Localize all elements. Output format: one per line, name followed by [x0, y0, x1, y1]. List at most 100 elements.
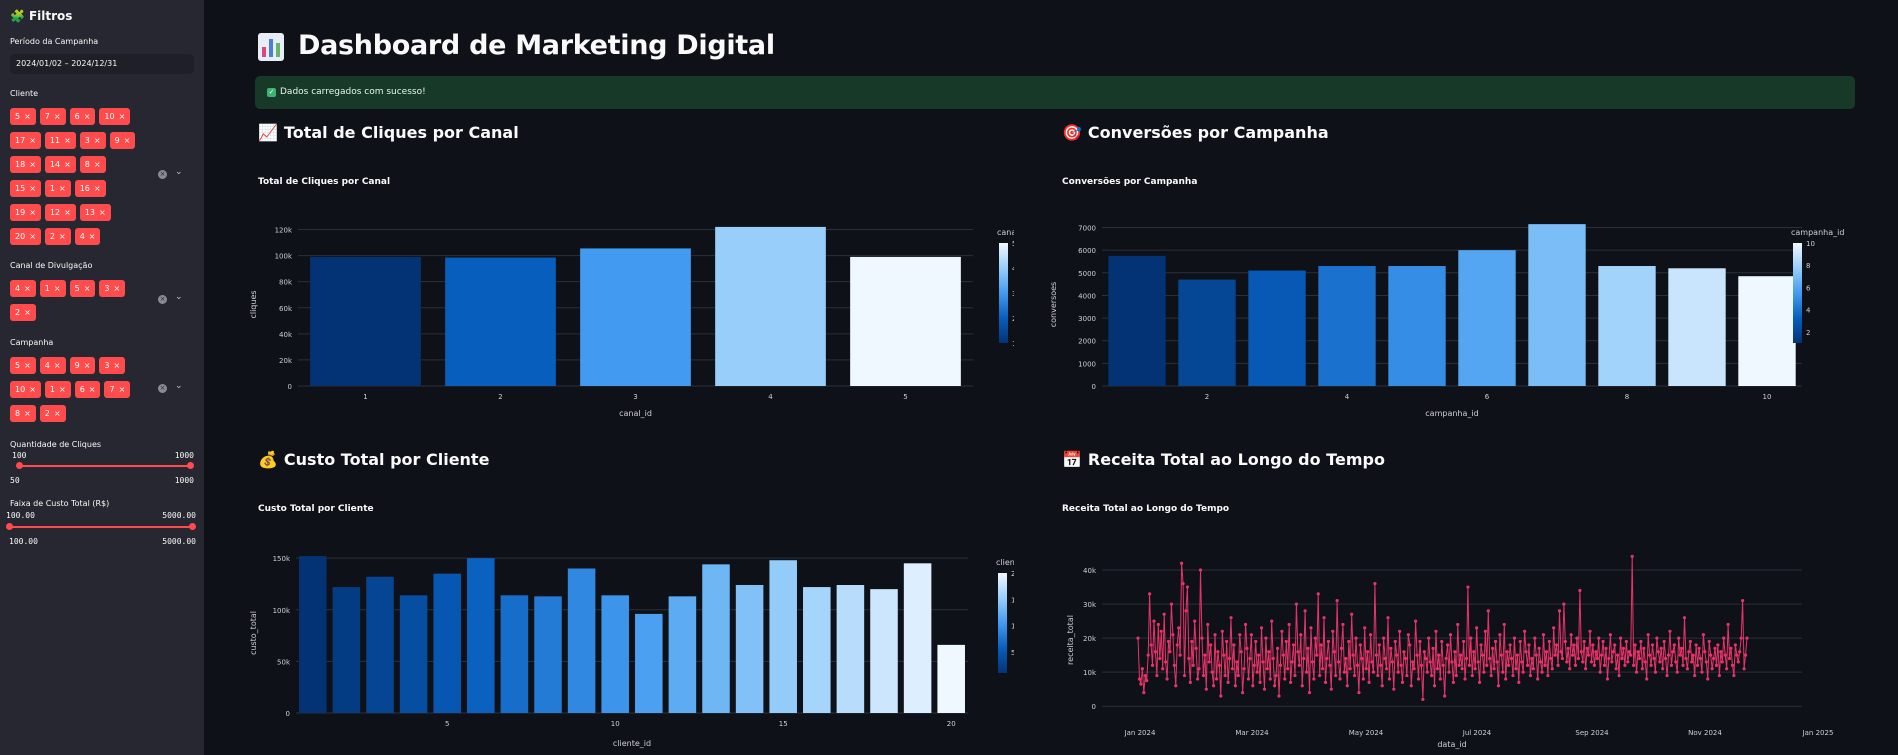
- selected-tag[interactable]: 4 ×: [74, 228, 101, 245]
- tag-remove-icon[interactable]: ×: [29, 136, 36, 145]
- chevron-down-icon[interactable]: ⌄: [175, 292, 183, 302]
- custo-min-handle[interactable]: [6, 523, 13, 530]
- clear-all-icon[interactable]: ×: [158, 295, 167, 304]
- chevron-down-icon[interactable]: ⌄: [175, 381, 183, 391]
- selected-tag[interactable]: 1 ×: [44, 180, 71, 197]
- data-point: [1687, 650, 1691, 654]
- selected-tag[interactable]: 5 ×: [10, 357, 36, 374]
- tag-label: 4: [15, 284, 21, 293]
- tag-remove-icon[interactable]: ×: [64, 136, 71, 145]
- selected-tag[interactable]: 6 ×: [74, 381, 101, 398]
- chevron-down-icon[interactable]: ⌄: [175, 167, 183, 177]
- tag-remove-icon[interactable]: ×: [29, 184, 36, 193]
- tag-remove-icon[interactable]: ×: [24, 361, 31, 370]
- data-point: [1206, 622, 1210, 627]
- tag-remove-icon[interactable]: ×: [94, 160, 101, 169]
- tag-remove-icon[interactable]: ×: [94, 136, 101, 145]
- custo-max-handle[interactable]: [189, 523, 196, 530]
- selected-tag[interactable]: 14 ×: [44, 156, 76, 173]
- data-point: [1254, 639, 1258, 644]
- selected-tag[interactable]: 19 ×: [10, 204, 41, 221]
- tag-remove-icon[interactable]: ×: [113, 284, 120, 293]
- tag-remove-icon[interactable]: ×: [94, 184, 101, 193]
- selected-tag[interactable]: 15 ×: [10, 180, 41, 197]
- tag-remove-icon[interactable]: ×: [24, 112, 31, 121]
- canal-multiselect[interactable]: 4 × 1 × 5 × 3 × 2 × × ⌄: [10, 280, 194, 322]
- section-title-receita: 📅 Receita Total ao Longo do Tempo: [1062, 450, 1385, 469]
- selected-tag[interactable]: 6 ×: [69, 108, 96, 125]
- custo-slider[interactable]: 100.00 5000.00 100.00 5000.00: [6, 511, 196, 547]
- tag-remove-icon[interactable]: ×: [59, 385, 66, 394]
- clear-all-icon[interactable]: ×: [158, 384, 167, 393]
- tag-remove-icon[interactable]: ×: [113, 361, 120, 370]
- cliques-min-handle[interactable]: [16, 462, 23, 469]
- cliques-max-handle[interactable]: [187, 462, 194, 469]
- selected-tag[interactable]: 5 ×: [10, 108, 36, 125]
- selected-tag[interactable]: 7 ×: [104, 381, 131, 398]
- cliente-multiselect[interactable]: 5 × 7 × 6 × 10 × 17 × 11 × 3 × 9 × 18 × 14 × 8 × 15 × 1 × 16 × 19 × 12…: [10, 108, 194, 248]
- selected-tag[interactable]: 8 ×: [10, 405, 36, 422]
- selected-tag[interactable]: 9 ×: [69, 357, 96, 374]
- selected-tag[interactable]: 4 ×: [10, 280, 36, 297]
- y-tick-label: 4000: [1078, 292, 1096, 300]
- tag-remove-icon[interactable]: ×: [29, 208, 36, 217]
- selected-tag[interactable]: 13 ×: [79, 204, 111, 221]
- tag-remove-icon[interactable]: ×: [84, 284, 91, 293]
- tag-row: 4 × 1 × 5 × 3 ×: [10, 280, 126, 297]
- tag-remove-icon[interactable]: ×: [89, 232, 96, 241]
- clear-all-icon[interactable]: ×: [158, 170, 167, 179]
- selected-tag[interactable]: 10 ×: [10, 381, 41, 398]
- tag-remove-icon[interactable]: ×: [64, 208, 71, 217]
- tag-remove-icon[interactable]: ×: [64, 160, 71, 169]
- tag-remove-icon[interactable]: ×: [54, 284, 61, 293]
- data-point: [1536, 677, 1540, 681]
- tag-remove-icon[interactable]: ×: [54, 112, 61, 121]
- selected-tag[interactable]: 2 ×: [44, 228, 71, 245]
- tag-remove-icon[interactable]: ×: [29, 385, 36, 394]
- data-point: [1412, 667, 1416, 671]
- selected-tag[interactable]: 18 ×: [10, 156, 41, 173]
- tag-remove-icon[interactable]: ×: [84, 361, 91, 370]
- selected-tag[interactable]: 2 ×: [39, 405, 66, 422]
- campanha-multiselect[interactable]: 5 × 4 × 9 × 3 × 10 × 1 × 6 × 7 × 8 × 2 × × ⌄: [10, 357, 194, 423]
- tag-remove-icon[interactable]: ×: [54, 409, 61, 418]
- tag-remove-icon[interactable]: ×: [89, 385, 96, 394]
- tag-remove-icon[interactable]: ×: [124, 136, 131, 145]
- data-point: [1185, 585, 1190, 589]
- tag-remove-icon[interactable]: ×: [84, 112, 91, 121]
- tag-remove-icon[interactable]: ×: [29, 160, 36, 169]
- selected-tag[interactable]: 12 ×: [44, 204, 76, 221]
- tag-remove-icon[interactable]: ×: [119, 112, 126, 121]
- selected-tag[interactable]: 8 ×: [79, 156, 106, 173]
- period-date-input[interactable]: 2024/01/02 – 2024/12/31: [10, 54, 194, 74]
- tag-remove-icon[interactable]: ×: [99, 208, 106, 217]
- selected-tag[interactable]: 20 ×: [10, 228, 41, 245]
- selected-tag[interactable]: 11 ×: [44, 132, 76, 149]
- selected-tag[interactable]: 3 ×: [79, 132, 106, 149]
- selected-tag[interactable]: 5 ×: [69, 280, 96, 297]
- tag-remove-icon[interactable]: ×: [59, 184, 66, 193]
- tag-remove-icon[interactable]: ×: [29, 232, 36, 241]
- tag-remove-icon[interactable]: ×: [54, 361, 61, 370]
- tag-remove-icon[interactable]: ×: [24, 284, 31, 293]
- data-point: [1623, 663, 1627, 667]
- selected-tag[interactable]: 16 ×: [74, 180, 106, 197]
- tag-remove-icon[interactable]: ×: [119, 385, 126, 394]
- selected-tag[interactable]: 1 ×: [39, 280, 66, 297]
- data-point: [1387, 677, 1392, 681]
- selected-tag[interactable]: 2 ×: [10, 304, 36, 321]
- selected-tag[interactable]: 9 ×: [109, 132, 136, 149]
- selected-tag[interactable]: 3 ×: [99, 280, 126, 297]
- tag-remove-icon[interactable]: ×: [24, 308, 31, 317]
- data-point: [1309, 626, 1313, 630]
- selected-tag[interactable]: 4 ×: [39, 357, 66, 374]
- selected-tag[interactable]: 17 ×: [10, 132, 41, 149]
- selected-tag[interactable]: 7 ×: [39, 108, 66, 125]
- tag-remove-icon[interactable]: ×: [24, 409, 31, 418]
- cliques-slider[interactable]: 100 1000 50 1000: [10, 451, 194, 487]
- data-point: [1184, 609, 1188, 613]
- selected-tag[interactable]: 10 ×: [99, 108, 131, 125]
- selected-tag[interactable]: 1 ×: [44, 381, 71, 398]
- tag-remove-icon[interactable]: ×: [59, 232, 66, 241]
- selected-tag[interactable]: 3 ×: [99, 357, 126, 374]
